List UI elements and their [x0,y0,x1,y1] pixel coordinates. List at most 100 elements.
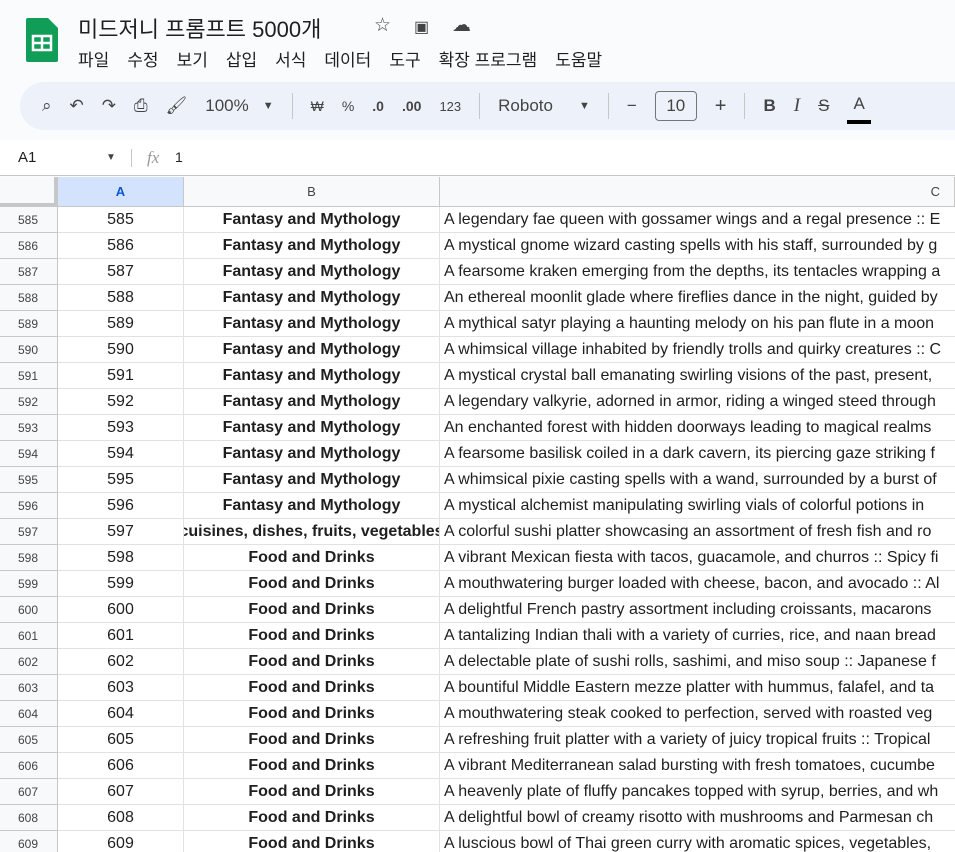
cell-b[interactable]: Fantasy and Mythology [184,441,440,467]
decrease-font-size-button[interactable]: − [627,82,637,130]
cell-c[interactable]: A legendary fae queen with gossamer wing… [440,207,955,233]
cell-b[interactable]: Food and Drinks [184,701,440,727]
cell-c[interactable]: A delightful French pastry assortment in… [440,597,955,623]
row-number[interactable]: 601 [0,623,58,649]
cell-b[interactable]: Food and Drinks [184,675,440,701]
currency-format-button[interactable]: ₩ [311,82,324,130]
cell-b[interactable]: Food and Drinks [184,623,440,649]
strikethrough-button[interactable]: S [818,82,829,130]
cell-a[interactable]: 601 [58,623,184,649]
row-number[interactable]: 595 [0,467,58,493]
row-number[interactable]: 600 [0,597,58,623]
font-size-input[interactable]: 10 [654,91,697,121]
cell-a[interactable]: 602 [58,649,184,675]
bold-button[interactable]: B [763,82,775,130]
row-number[interactable]: 593 [0,415,58,441]
menu-extensions[interactable]: 확장 프로그램 [439,46,538,71]
cell-b[interactable]: Food and Drinks [184,597,440,623]
cell-b[interactable]: Food and Drinks [184,649,440,675]
spreadsheet-grid[interactable]: A B C 585 585 Fantasy and Mythology A legen… [0,177,955,852]
decrease-decimal-button[interactable]: .0 [372,82,384,130]
row-number[interactable]: 592 [0,389,58,415]
move-folder-icon[interactable]: ▣ [414,17,429,37]
redo-icon[interactable]: ↷ [102,82,116,130]
cell-c[interactable]: A refreshing fruit platter with a variet… [440,727,955,753]
cell-a[interactable]: 598 [58,545,184,571]
cell-c[interactable]: A mouthwatering burger loaded with chees… [440,571,955,597]
cell-b[interactable]: cuisines, dishes, fruits, vegetables [184,519,440,545]
cell-b[interactable]: Fantasy and Mythology [184,363,440,389]
cell-a[interactable]: 590 [58,337,184,363]
row-number[interactable]: 596 [0,493,58,519]
undo-icon[interactable]: ↶ [70,82,84,130]
cell-a[interactable]: 608 [58,805,184,831]
name-box[interactable]: A1 [18,149,36,166]
percent-format-button[interactable]: % [342,82,354,130]
cell-b[interactable]: Fantasy and Mythology [184,285,440,311]
row-number[interactable]: 609 [0,831,58,852]
cell-c[interactable]: A tantalizing Indian thali with a variet… [440,623,955,649]
cell-c[interactable]: A colorful sushi platter showcasing an a… [440,519,955,545]
cell-a[interactable]: 586 [58,233,184,259]
row-number[interactable]: 605 [0,727,58,753]
row-number[interactable]: 599 [0,571,58,597]
cell-b[interactable]: Fantasy and Mythology [184,337,440,363]
row-number[interactable]: 587 [0,259,58,285]
column-header-b[interactable]: B [184,177,440,207]
cell-a[interactable]: 589 [58,311,184,337]
row-number[interactable]: 588 [0,285,58,311]
increase-decimal-button[interactable]: .00 [402,82,421,130]
cell-a[interactable]: 592 [58,389,184,415]
menu-help[interactable]: 도움말 [555,46,602,71]
menu-insert[interactable]: 삽입 [226,46,257,71]
row-number[interactable]: 606 [0,753,58,779]
cell-c[interactable]: A whimsical village inhabited by friendl… [440,337,955,363]
cell-c[interactable]: A delightful bowl of creamy risotto with… [440,805,955,831]
formula-input[interactable]: 1 [175,149,183,165]
cell-a[interactable]: 595 [58,467,184,493]
cell-a[interactable]: 609 [58,831,184,852]
menu-edit[interactable]: 수정 [127,46,158,71]
cell-a[interactable]: 603 [58,675,184,701]
row-number[interactable]: 604 [0,701,58,727]
cell-b[interactable]: Food and Drinks [184,779,440,805]
cell-c[interactable]: A heavenly plate of fluffy pancakes topp… [440,779,955,805]
cell-b[interactable]: Food and Drinks [184,805,440,831]
cell-c[interactable]: A delectable plate of sushi rolls, sashi… [440,649,955,675]
row-number[interactable]: 590 [0,337,58,363]
row-number[interactable]: 585 [0,207,58,233]
row-number[interactable]: 598 [0,545,58,571]
cell-a[interactable]: 597 [58,519,184,545]
paint-format-icon[interactable]: 🖌 [166,82,188,130]
increase-font-size-button[interactable]: + [715,82,727,130]
row-number[interactable]: 586 [0,233,58,259]
row-number[interactable]: 602 [0,649,58,675]
column-header-c[interactable]: C [440,177,955,207]
sheets-logo-icon[interactable] [26,18,58,62]
menu-data[interactable]: 데이터 [324,46,371,71]
cell-b[interactable]: Food and Drinks [184,727,440,753]
cell-c[interactable]: A fearsome basilisk coiled in a dark cav… [440,441,955,467]
cell-a[interactable]: 587 [58,259,184,285]
cell-a[interactable]: 593 [58,415,184,441]
cell-b[interactable]: Fantasy and Mythology [184,493,440,519]
cell-a[interactable]: 594 [58,441,184,467]
cell-a[interactable]: 585 [58,207,184,233]
cell-a[interactable]: 604 [58,701,184,727]
star-icon[interactable]: ☆ [374,14,391,37]
cell-c[interactable]: A vibrant Mediterranean salad bursting w… [440,753,955,779]
cell-b[interactable]: Fantasy and Mythology [184,207,440,233]
menu-view[interactable]: 보기 [177,46,208,71]
row-number[interactable]: 597 [0,519,58,545]
row-number[interactable]: 589 [0,311,58,337]
cell-b[interactable]: Fantasy and Mythology [184,259,440,285]
font-select[interactable]: Roboto ▼ [498,82,590,130]
cell-b[interactable]: Food and Drinks [184,753,440,779]
row-number[interactable]: 594 [0,441,58,467]
menu-tools[interactable]: 도구 [389,46,420,71]
cell-b[interactable]: Fantasy and Mythology [184,467,440,493]
cell-a[interactable]: 607 [58,779,184,805]
cell-c[interactable]: A mystical alchemist manipulating swirli… [440,493,955,519]
cell-b[interactable]: Fantasy and Mythology [184,311,440,337]
text-color-button[interactable]: A [847,88,871,124]
